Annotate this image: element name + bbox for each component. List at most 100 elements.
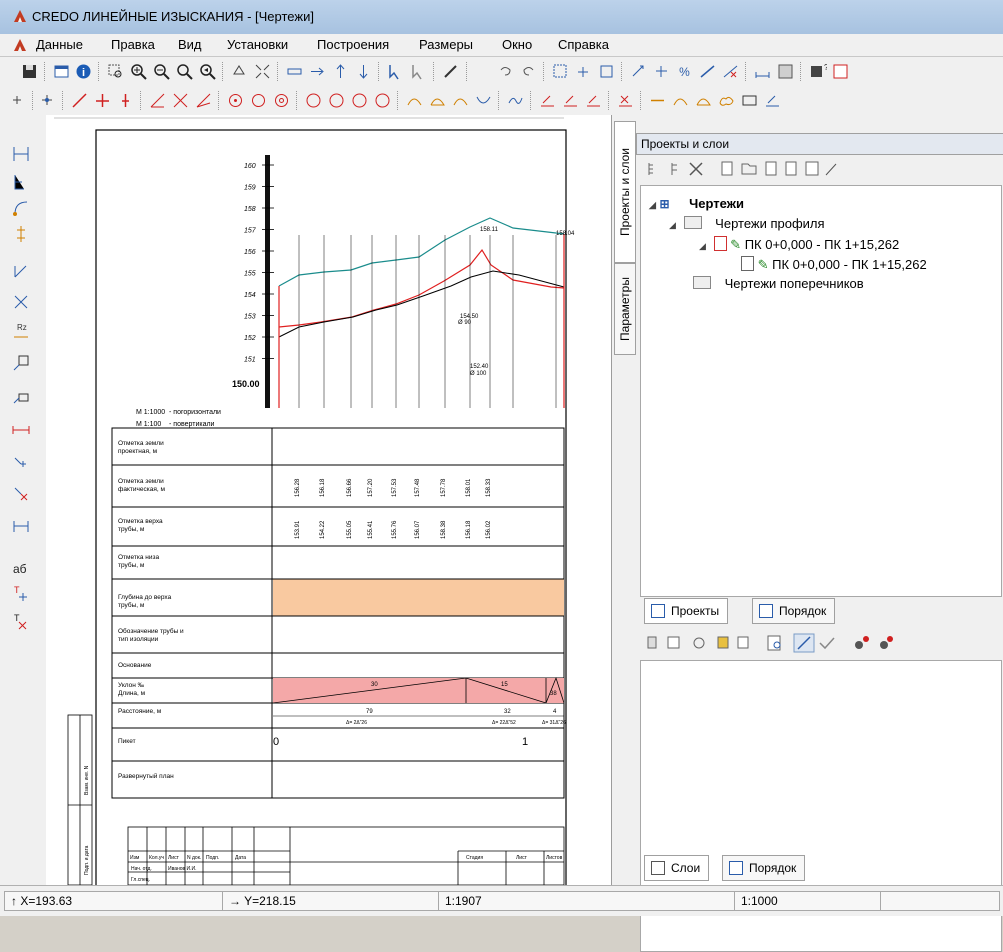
range-icon[interactable] — [10, 419, 32, 441]
rename-icon[interactable] — [825, 163, 837, 176]
circle-3pt-icon[interactable] — [249, 91, 268, 110]
layer-link-icon[interactable] — [880, 636, 893, 649]
tree-profile-folder[interactable]: ◢ Чертежи профиля — [669, 216, 825, 231]
collapse-arrow-icon[interactable]: ◢ — [649, 200, 656, 210]
arc4-icon[interactable] — [373, 91, 392, 110]
tree-root[interactable]: ◢ ⊞ Чертежи — [649, 196, 744, 211]
snap2-icon[interactable] — [597, 62, 616, 81]
point-move-icon[interactable] — [652, 62, 671, 81]
arrow-dim-icon[interactable] — [10, 260, 32, 282]
help-icon[interactable]: ? — [808, 62, 827, 81]
menu-view[interactable]: Вид — [178, 37, 202, 52]
properties-icon[interactable] — [805, 161, 819, 176]
layer-stack-icon[interactable] — [717, 636, 729, 649]
window-icon[interactable] — [52, 62, 71, 81]
tree-cross-folder[interactable]: Чертежи поперечников — [693, 276, 864, 291]
cloud-icon[interactable] — [717, 91, 736, 110]
new-file-icon[interactable] — [721, 161, 733, 176]
curve4-icon[interactable] — [474, 91, 493, 110]
collapse-icon[interactable] — [671, 163, 677, 175]
leader-icon[interactable] — [10, 387, 32, 409]
cross-lines-icon[interactable] — [171, 91, 190, 110]
layer-move-icon[interactable] — [855, 636, 869, 649]
select-icon[interactable] — [386, 62, 405, 81]
label-dim-icon[interactable]: Rz — [10, 320, 32, 342]
grid-select-icon[interactable] — [551, 62, 570, 81]
project-tree[interactable]: ◢ ⊞ Чертежи ◢ Чертежи профиля ◢ ✎ ПК 0+0… — [640, 185, 1002, 597]
curve-icon[interactable] — [405, 91, 424, 110]
cross-dim-icon[interactable] — [10, 291, 32, 313]
text-delete-icon[interactable]: T — [10, 611, 32, 633]
edit-icon[interactable] — [441, 62, 460, 81]
arc-icon[interactable] — [304, 91, 323, 110]
point-add-icon[interactable] — [629, 62, 648, 81]
fit-icon[interactable] — [253, 62, 272, 81]
redo-icon[interactable] — [519, 62, 538, 81]
curve2-icon[interactable] — [428, 91, 447, 110]
add-marker-icon[interactable] — [10, 453, 32, 475]
delete-icon[interactable] — [689, 162, 703, 176]
copy-icon[interactable] — [765, 161, 777, 176]
line-vertical-icon[interactable] — [116, 91, 135, 110]
table-dim-icon[interactable] — [10, 352, 32, 374]
tree-profile-item[interactable]: ◢ ✎ ПК 0+0,000 - ПК 1+15,262 — [699, 236, 899, 253]
layer-props-icon[interactable] — [667, 636, 680, 649]
layer-edit-icon[interactable] — [793, 633, 815, 653]
pan-icon[interactable] — [230, 62, 249, 81]
collapse-arrow-icon[interactable]: ◢ — [669, 220, 676, 230]
bisector-icon[interactable] — [194, 91, 213, 110]
menu-help[interactable]: Справка — [558, 37, 609, 52]
line-icon[interactable] — [70, 91, 89, 110]
profile-dim-icon[interactable] — [10, 143, 32, 165]
zoom-window-icon[interactable] — [106, 62, 125, 81]
dim-icon[interactable] — [763, 91, 782, 110]
text-edit2-icon[interactable] — [561, 91, 580, 110]
undo-icon[interactable] — [496, 62, 515, 81]
rect-icon[interactable] — [740, 91, 759, 110]
text-edit-icon[interactable] — [538, 91, 557, 110]
tab-projects[interactable]: Проекты — [644, 598, 729, 624]
delete-element-icon[interactable] — [616, 91, 635, 110]
zoom-in-icon[interactable] — [129, 62, 148, 81]
open-folder-icon[interactable] — [741, 163, 757, 175]
section-icon[interactable] — [10, 515, 32, 537]
layer-zoom-icon[interactable] — [767, 635, 781, 651]
menu-dimensions[interactable]: Размеры — [419, 37, 473, 52]
app-menu-icon[interactable] — [12, 37, 28, 53]
point-snap-icon[interactable] — [38, 91, 57, 110]
measure-icon[interactable] — [753, 62, 772, 81]
circle-center-icon[interactable] — [226, 91, 245, 110]
layer-new-icon[interactable] — [647, 636, 657, 649]
up-icon[interactable] — [331, 62, 350, 81]
menu-data[interactable]: Данные — [36, 37, 83, 52]
tab-projects-layers[interactable]: Проекты и слои — [614, 121, 636, 263]
menu-settings[interactable]: Установки — [227, 37, 288, 52]
arc-yellow2-icon[interactable] — [694, 91, 713, 110]
angle-icon[interactable] — [148, 91, 167, 110]
hline-icon[interactable] — [648, 91, 667, 110]
delete-marker-icon[interactable] — [10, 483, 32, 505]
arc-yellow-icon[interactable] — [671, 91, 690, 110]
down-icon[interactable] — [354, 62, 373, 81]
layer-copy-icon[interactable] — [693, 637, 705, 649]
text-edit3-icon[interactable] — [584, 91, 603, 110]
curve3-icon[interactable] — [451, 91, 470, 110]
slope-delete-icon[interactable] — [721, 62, 740, 81]
drawing-canvas[interactable]: 160 159 158 157 156 155 154 153 152 151 150.00 М … — [46, 115, 612, 891]
snap-icon[interactable] — [574, 62, 593, 81]
info-icon[interactable]: i — [74, 62, 93, 81]
elevation-icon[interactable] — [10, 223, 32, 245]
hatch-icon[interactable] — [776, 62, 795, 81]
zoom-all-icon[interactable] — [175, 62, 194, 81]
arc3-icon[interactable] — [350, 91, 369, 110]
percent-icon[interactable]: % — [675, 62, 694, 81]
profile-drawing[interactable]: 160159158157156155154153152151 150.00 М … — [46, 115, 611, 891]
point-icon[interactable] — [8, 91, 27, 110]
arc-dim-icon[interactable] — [10, 197, 32, 219]
layer-apply-icon[interactable] — [819, 637, 835, 650]
tab-parameters[interactable]: Параметры — [614, 263, 636, 355]
menu-edit[interactable]: Правка — [111, 37, 155, 52]
tab-order-top[interactable]: Порядок — [752, 598, 836, 624]
tab-layers[interactable]: Слои — [644, 855, 710, 881]
arc2-icon[interactable] — [327, 91, 346, 110]
